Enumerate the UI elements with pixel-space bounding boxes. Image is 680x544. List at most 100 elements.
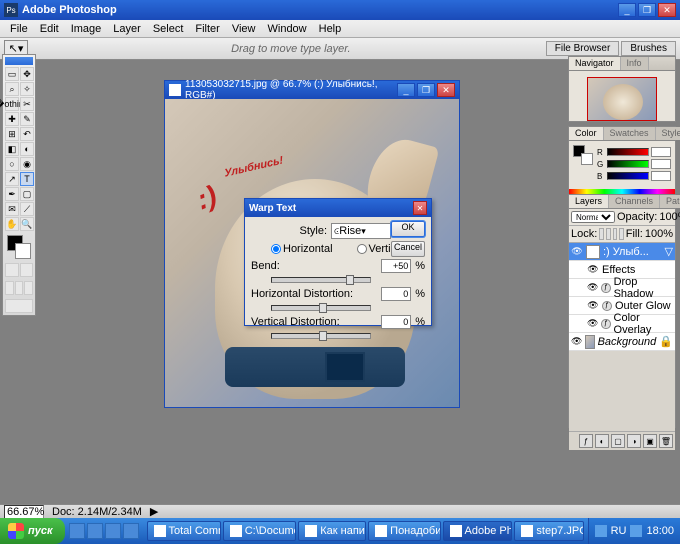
gradient-tool[interactable]: ◐	[20, 142, 34, 156]
fx-toggle-icon[interactable]: ▽	[665, 245, 673, 258]
ok-button[interactable]: OK	[391, 221, 425, 237]
navigator-thumbnail[interactable]	[587, 77, 657, 121]
task-button[interactable]: C:\Documents an...	[223, 521, 297, 541]
opacity-value[interactable]: 100%	[659, 211, 680, 223]
hdist-slider[interactable]	[271, 305, 371, 311]
visibility-eye-icon[interactable]: 👁	[587, 282, 598, 294]
screen-mode-2[interactable]	[15, 281, 24, 295]
visibility-eye-icon[interactable]: 👁	[571, 246, 583, 258]
r-value[interactable]	[651, 147, 671, 157]
dialog-titlebar[interactable]: Warp Text ✕	[245, 199, 431, 217]
task-button[interactable]: Adobe Photoshop	[443, 521, 513, 541]
screen-mode-1[interactable]	[5, 281, 14, 295]
adjustment-layer-button[interactable]: ◑	[627, 434, 641, 448]
doc-minimize-button[interactable]: _	[397, 83, 415, 97]
tab-info[interactable]: Info	[621, 57, 649, 70]
b-slider[interactable]	[607, 172, 649, 180]
move-tool[interactable]: ✥	[20, 67, 34, 81]
heal-tool[interactable]: ✚	[5, 112, 19, 126]
delete-layer-button[interactable]: 🗑	[659, 434, 673, 448]
layer-style-button[interactable]: ƒ	[579, 434, 593, 448]
wand-tool[interactable]: ✧	[20, 82, 34, 96]
doc-close-button[interactable]: ✕	[437, 83, 455, 97]
toolbox-header[interactable]	[5, 57, 33, 65]
eyedropper-tool[interactable]: ⟋	[20, 202, 34, 216]
zoom-field[interactable]: 66.67%	[4, 505, 44, 519]
blur-tool[interactable]: ○	[5, 157, 19, 171]
visibility-eye-icon[interactable]: 👁	[587, 318, 598, 330]
g-slider[interactable]	[607, 160, 649, 168]
quicklaunch-icon[interactable]	[69, 523, 85, 539]
task-button[interactable]: step7.JPG - Paint	[514, 521, 583, 541]
path-tool[interactable]: ↗	[5, 172, 19, 186]
lock-image-icon[interactable]	[606, 228, 611, 240]
dialog-close-button[interactable]: ✕	[413, 201, 427, 215]
layer-set-button[interactable]: ▢	[611, 434, 625, 448]
horizontal-radio[interactable]	[271, 244, 281, 254]
tab-layers[interactable]: Layers	[569, 195, 609, 208]
vdist-input[interactable]	[381, 315, 411, 329]
menu-help[interactable]: Help	[313, 21, 348, 37]
status-arrow-icon[interactable]: ▶	[150, 505, 158, 518]
standard-mode[interactable]	[5, 263, 19, 277]
layer-text-row[interactable]: 👁 T :) Улыб... ▽	[569, 243, 675, 261]
bend-slider[interactable]	[271, 277, 371, 283]
close-button[interactable]: ✕	[658, 3, 676, 17]
visibility-eye-icon[interactable]: 👁	[571, 336, 582, 348]
menu-edit[interactable]: Edit	[34, 21, 65, 37]
tray-icon[interactable]	[630, 525, 642, 537]
menu-file[interactable]: File	[4, 21, 34, 37]
eraser-tool[interactable]: ◧	[5, 142, 19, 156]
color-overlay-row[interactable]: 👁 ƒ Color Overlay	[569, 315, 675, 333]
maximize-button[interactable]: ❐	[638, 3, 656, 17]
tab-swatches[interactable]: Swatches	[604, 127, 656, 140]
tab-file-browser[interactable]: File Browser	[546, 41, 620, 56]
notes-tool[interactable]: ✉	[5, 202, 19, 216]
menu-window[interactable]: Window	[262, 21, 313, 37]
task-button[interactable]: Total Commander...	[147, 521, 221, 541]
clock[interactable]: 18:00	[646, 525, 674, 537]
history-brush-tool[interactable]: ↶	[20, 127, 34, 141]
blend-mode-select[interactable]: Normal	[571, 211, 615, 223]
tab-color[interactable]: Color	[569, 127, 604, 140]
zoom-tool[interactable]: 🔍	[20, 217, 34, 231]
b-value[interactable]	[651, 171, 671, 181]
slice-tool[interactable]: ✂	[20, 97, 34, 111]
shape-tool[interactable]: ▢	[20, 187, 34, 201]
layer-mask-button[interactable]: ◐	[595, 434, 609, 448]
visibility-eye-icon[interactable]: 👁	[587, 264, 599, 276]
tray-icon[interactable]	[595, 525, 607, 537]
cancel-button[interactable]: Cancel	[391, 241, 425, 257]
menu-view[interactable]: View	[226, 21, 262, 37]
bend-input[interactable]	[381, 259, 411, 273]
lock-all-icon[interactable]	[619, 228, 624, 240]
visibility-eye-icon[interactable]: 👁	[587, 300, 599, 312]
tab-styles[interactable]: Styles	[656, 127, 680, 140]
fill-value[interactable]: 100%	[645, 228, 673, 240]
drop-shadow-row[interactable]: 👁 ƒ Drop Shadow	[569, 279, 675, 297]
stamp-tool[interactable]: ⊞	[5, 127, 19, 141]
menu-filter[interactable]: Filter	[189, 21, 225, 37]
crop-tool[interactable]: �othing	[5, 97, 19, 111]
task-button[interactable]: Как написать к...	[298, 521, 366, 541]
hand-tool[interactable]: ✋	[5, 217, 19, 231]
task-button[interactable]: Понадобится do...	[368, 521, 440, 541]
menu-image[interactable]: Image	[65, 21, 108, 37]
vdist-slider[interactable]	[271, 333, 371, 339]
hdist-input[interactable]	[381, 287, 411, 301]
background-layer-row[interactable]: 👁 Background 🔒	[569, 333, 675, 351]
quicklaunch-icon[interactable]	[105, 523, 121, 539]
new-layer-button[interactable]: ▣	[643, 434, 657, 448]
menu-layer[interactable]: Layer	[107, 21, 147, 37]
type-tool[interactable]: T	[20, 172, 34, 186]
minimize-button[interactable]: _	[618, 3, 636, 17]
lock-position-icon[interactable]	[613, 228, 618, 240]
color-bg-swatch[interactable]	[581, 153, 593, 165]
lang-indicator[interactable]: RU	[611, 525, 627, 537]
vertical-radio[interactable]	[357, 244, 367, 254]
lasso-tool[interactable]: ⌕	[5, 82, 19, 96]
jump-to-imageready[interactable]	[5, 299, 33, 313]
menu-select[interactable]: Select	[147, 21, 190, 37]
pen-tool[interactable]: ✒	[5, 187, 19, 201]
tab-paths[interactable]: Paths	[660, 195, 680, 208]
